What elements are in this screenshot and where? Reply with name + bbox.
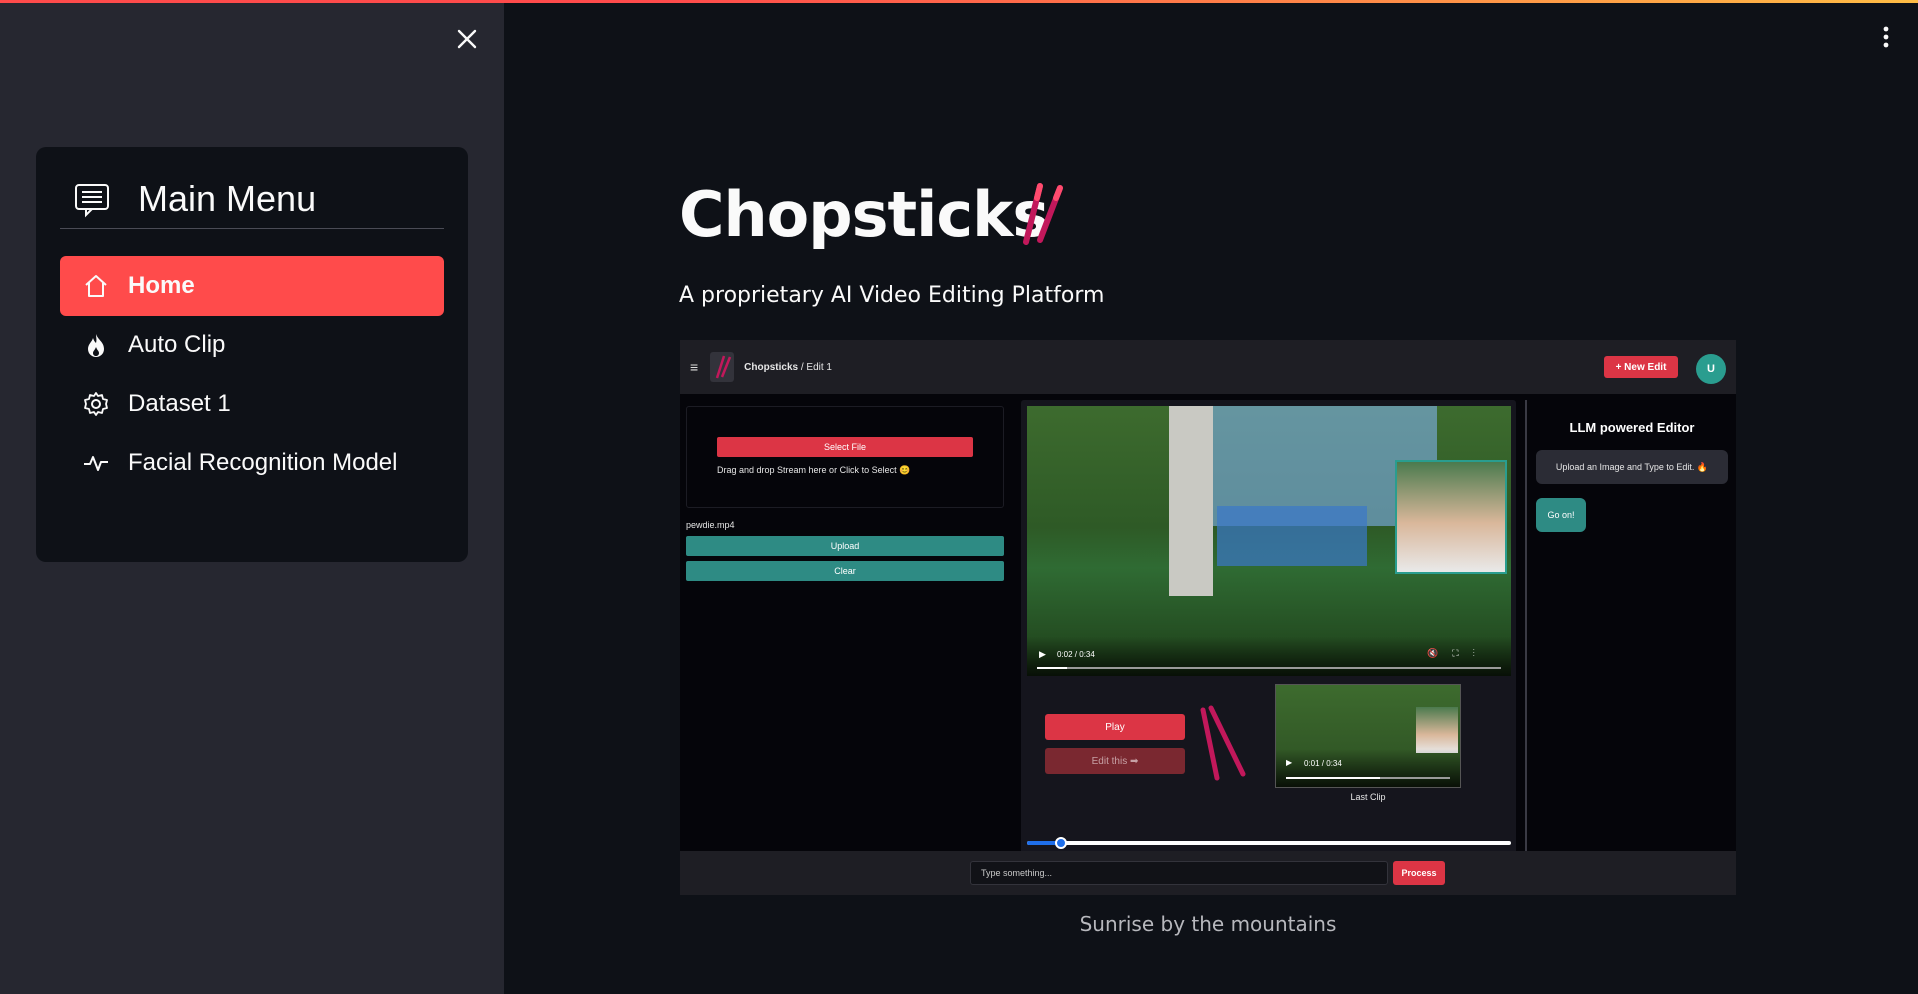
panel-divider [1525,400,1527,872]
fire-icon [88,334,104,357]
last-clip-webcam [1416,707,1458,753]
preview-logo-icon [710,352,735,382]
webcam-overlay [1395,460,1507,574]
avatar: U [1696,354,1726,384]
clip-slider [1027,841,1511,845]
drop-hint: Drag and drop Stream here or Click to Se… [717,465,911,475]
page-title: Chopsticks [679,178,1049,251]
clip-slider-handle [1055,837,1067,849]
app-preview-image: ≡ Chopsticks / Edit 1 + New Edit U Selec… [680,340,1736,895]
menu-header: Main Menu [60,169,444,229]
file-drop-zone: Select File Drag and drop Stream here or… [686,406,1004,508]
breadcrumb-app: Chopsticks [744,361,799,373]
main-menu-card: Main Menu Home Auto Clip Dataset 1 Facia… [36,147,468,562]
prompt-input: Type something... [970,861,1388,885]
preview-topbar: ≡ Chopsticks / Edit 1 + New Edit U [680,340,1736,394]
top-decoration-bar [0,0,1918,3]
video-control-icons: 🔇⛶⋮ [1427,648,1489,658]
last-clip-controls: ▶ 0:01 / 0:34 [1276,749,1460,787]
prompt-placeholder: Type something... [981,868,1053,878]
hamburger-icon: ≡ [690,359,699,375]
sidebar-item-facial-recognition-model[interactable]: Facial Recognition Model [60,433,444,493]
sidebar-item-label: Facial Recognition Model [128,449,398,476]
last-clip-label: Last Clip [1350,792,1386,802]
video-controls: ▶ 0:02 / 0:34 🔇⛶⋮ [1027,636,1511,676]
last-clip-player: ▶ 0:01 / 0:34 [1275,684,1461,788]
chopsticks-icon [1200,705,1246,781]
video-time: 0:02 / 0:34 [1057,650,1095,659]
play-button: Play [1045,714,1185,740]
preview-input-bar: Type something... Process [680,851,1736,895]
image-caption: Sunrise by the mountains [1079,912,1337,936]
new-edit-button: + New Edit [1604,356,1678,378]
last-clip-time: 0:01 / 0:34 [1304,759,1342,768]
sidebar: Main Menu Home Auto Clip Dataset 1 Facia… [0,0,504,994]
play-icon: ▶ [1039,649,1046,659]
chopsticks-logo-icon [1023,183,1063,245]
breadcrumb: Chopsticks / Edit 1 [744,362,832,373]
breadcrumb-page: Edit 1 [806,361,832,373]
llm-editor-title: LLM powered Editor [1569,420,1695,435]
video-tree [1169,406,1213,596]
last-clip-progress [1286,777,1450,779]
house-icon [85,275,107,297]
page-subtitle: A proprietary AI Video Editing Platform [679,283,1105,308]
file-name: pewdie.mp4 [686,520,735,530]
clear-button: Clear [686,561,1004,581]
go-on-button: Go on! [1536,498,1586,532]
video-player: ▶ 0:02 / 0:34 🔇⛶⋮ [1027,406,1511,676]
select-file-button: Select File [717,437,973,457]
video-panel: ▶ 0:02 / 0:34 🔇⛶⋮ Play Edit this ➡ ▶ 0:0… [1021,400,1516,872]
edit-this-button: Edit this ➡ [1045,748,1185,774]
close-icon[interactable] [454,26,480,52]
activity-icon [84,456,108,471]
gear-icon [84,392,108,416]
sidebar-item-label: Home [128,272,195,299]
menu-list-icon [75,183,109,217]
llm-message: Upload an Image and Type to Edit. 🔥 [1536,450,1728,484]
more-options-icon[interactable] [1876,24,1896,50]
menu-title: Main Menu [138,177,317,219]
sidebar-item-auto-clip[interactable]: Auto Clip [60,315,444,375]
sidebar-item-home[interactable]: Home [60,256,444,316]
play-icon: ▶ [1286,758,1293,767]
video-water [1217,506,1367,566]
upload-button: Upload [686,536,1004,556]
video-progress [1037,667,1501,669]
process-button: Process [1393,861,1445,885]
sidebar-item-label: Auto Clip [128,331,226,358]
sidebar-item-label: Dataset 1 [128,390,231,417]
sidebar-item-dataset-1[interactable]: Dataset 1 [60,374,444,434]
